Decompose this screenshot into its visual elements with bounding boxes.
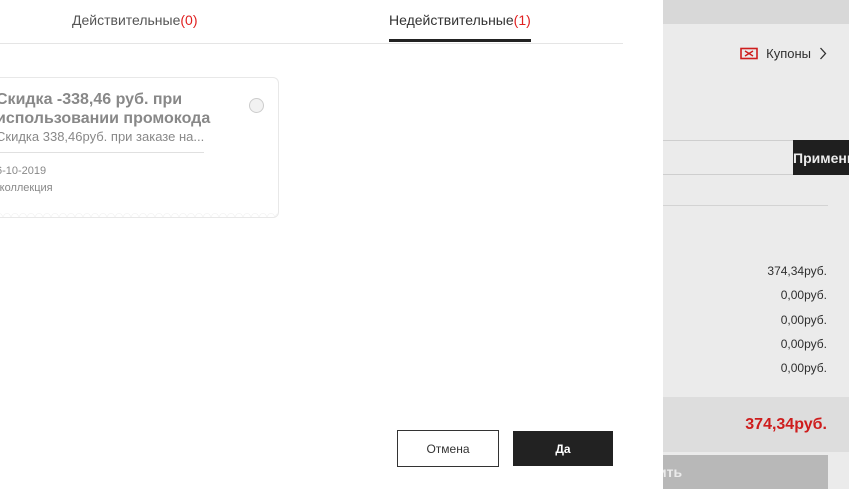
- tab-invalid[interactable]: Недействительные(1): [389, 12, 531, 42]
- cancel-button[interactable]: Отмена: [397, 430, 499, 467]
- amount-line: 0,00руб.: [780, 336, 827, 351]
- coupon-select-radio[interactable]: [249, 98, 264, 113]
- coupons-link[interactable]: Купоны: [740, 46, 827, 61]
- confirm-button[interactable]: Да: [513, 431, 613, 466]
- order-total: 374,34руб.: [745, 416, 827, 433]
- coupons-label: Купоны: [766, 46, 811, 61]
- coupon-card[interactable]: Скидка -338,46 руб. при использовании пр…: [0, 77, 279, 218]
- coupon-description: Скидка 338,46руб. при заказе на...: [0, 129, 205, 144]
- order-amounts: 374,34руб. 0,00руб. 0,00руб. 0,00руб. 0,…: [767, 264, 827, 385]
- tab-valid[interactable]: Действительные(0): [72, 12, 198, 40]
- coupon-icon: [740, 47, 758, 60]
- tab-valid-label: Действительные: [72, 12, 181, 28]
- chevron-right-icon: [819, 47, 827, 60]
- tab-invalid-label: Недействительные: [389, 12, 514, 28]
- coupon-date: 6-10-2019: [0, 165, 47, 177]
- active-tab-indicator: [389, 39, 531, 42]
- coupon-tabs: Действительные(0) Недействительные(1): [0, 0, 623, 44]
- tab-invalid-count: (1): [513, 12, 531, 28]
- amount-subtotal: 374,34руб.: [767, 264, 827, 278]
- coupon-separator: [0, 152, 204, 153]
- amount-line: 0,00руб.: [780, 312, 827, 327]
- coupon-title: Скидка -338,46 руб. при использовании пр…: [0, 91, 211, 127]
- amount-line: 0,00руб.: [780, 288, 827, 303]
- coupon-collection: -коллекция: [0, 182, 53, 194]
- amount-line: 0,00руб.: [780, 361, 827, 376]
- coupon-modal: Действительные(0) Недействительные(1) Ск…: [0, 0, 663, 489]
- apply-button[interactable]: Применить: [793, 140, 849, 175]
- tab-valid-count: (0): [180, 12, 198, 28]
